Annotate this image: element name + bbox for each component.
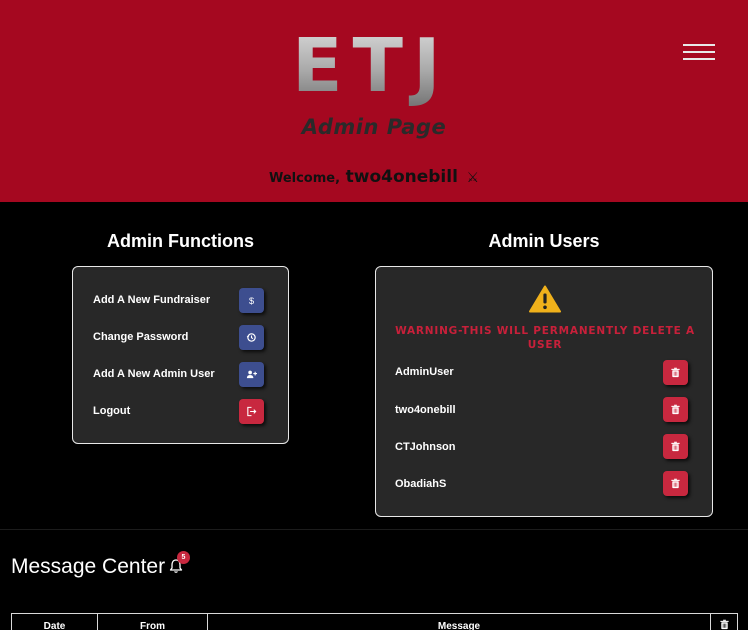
admin-user-row: CTJohnson — [395, 441, 456, 453]
admin-user-row: ObadiahS — [395, 478, 446, 490]
change-password-button[interactable] — [239, 325, 264, 350]
admin-user-row: two4onebill — [395, 404, 456, 416]
delete-warning-text: WARNING-THIS WILL PERMANENTLY DELETE A U… — [395, 325, 695, 351]
dollar-icon: $ — [249, 296, 254, 306]
admin-user-name: ObadiahS — [395, 478, 447, 490]
trash-icon[interactable] — [719, 619, 730, 630]
column-header-delete[interactable] — [711, 614, 737, 630]
add-fundraiser-button[interactable]: $ — [239, 288, 264, 313]
admin-user-name: two4onebill — [395, 404, 456, 416]
admin-users-panel: WARNING-THIS WILL PERMANENTLY DELETE A U… — [375, 266, 713, 517]
trash-icon — [671, 478, 680, 489]
trash-icon — [671, 404, 680, 415]
admin-function-change-password: Change Password — [93, 331, 188, 343]
trash-icon — [671, 441, 680, 452]
page-subtitle: Admin Page — [301, 115, 447, 139]
page-header: ETJ Admin Page Welcome, two4onebill ⚔ — [0, 0, 748, 202]
message-table: Date From Message — [11, 613, 738, 630]
logout-icon — [247, 406, 257, 417]
warning-icon — [529, 285, 561, 313]
history-icon — [246, 333, 256, 342]
welcome-label: Welcome, — [268, 171, 341, 186]
message-center-title: Message Center — [11, 555, 166, 578]
section-divider — [0, 529, 748, 530]
delete-user-button[interactable] — [663, 360, 688, 385]
admin-functions-panel: Add A New Fundraiser $ Change Password A… — [72, 266, 289, 444]
admin-users-title: Admin Users — [488, 231, 600, 251]
notification-badge: 5 — [177, 551, 190, 564]
welcome-message: Welcome, two4onebill ⚔ — [0, 167, 748, 187]
admin-functions-title: Admin Functions — [107, 231, 254, 251]
delete-user-button[interactable] — [663, 397, 688, 422]
admin-user-name: CTJohnson — [395, 441, 456, 453]
admin-function-add-fundraiser: Add A New Fundraiser — [93, 294, 210, 306]
column-header-from[interactable]: From — [98, 614, 208, 630]
column-header-message[interactable]: Message — [208, 614, 711, 630]
etj-logo: ETJ — [292, 20, 452, 112]
user-plus-icon — [246, 370, 257, 379]
logout-label: Logout — [93, 405, 131, 417]
swords-icon: ⚔ — [466, 170, 480, 186]
logout-button[interactable] — [239, 399, 264, 424]
add-fundraiser-label: Add A New Fundraiser — [93, 294, 211, 306]
trash-icon — [671, 367, 680, 378]
admin-user-name: AdminUser — [395, 366, 454, 378]
change-password-label: Change Password — [93, 331, 189, 343]
admin-function-logout: Logout — [93, 405, 130, 417]
hamburger-icon[interactable] — [683, 42, 715, 62]
add-admin-user-button[interactable] — [239, 362, 264, 387]
admin-function-add-admin: Add A New Admin User — [93, 368, 215, 380]
delete-user-button[interactable] — [663, 434, 688, 459]
delete-user-button[interactable] — [663, 471, 688, 496]
welcome-username: two4onebill — [345, 167, 458, 187]
svg-text:$: $ — [249, 296, 254, 306]
column-header-date[interactable]: Date — [12, 614, 98, 630]
add-admin-user-label: Add A New Admin User — [93, 368, 215, 380]
admin-user-row: AdminUser — [395, 366, 454, 378]
